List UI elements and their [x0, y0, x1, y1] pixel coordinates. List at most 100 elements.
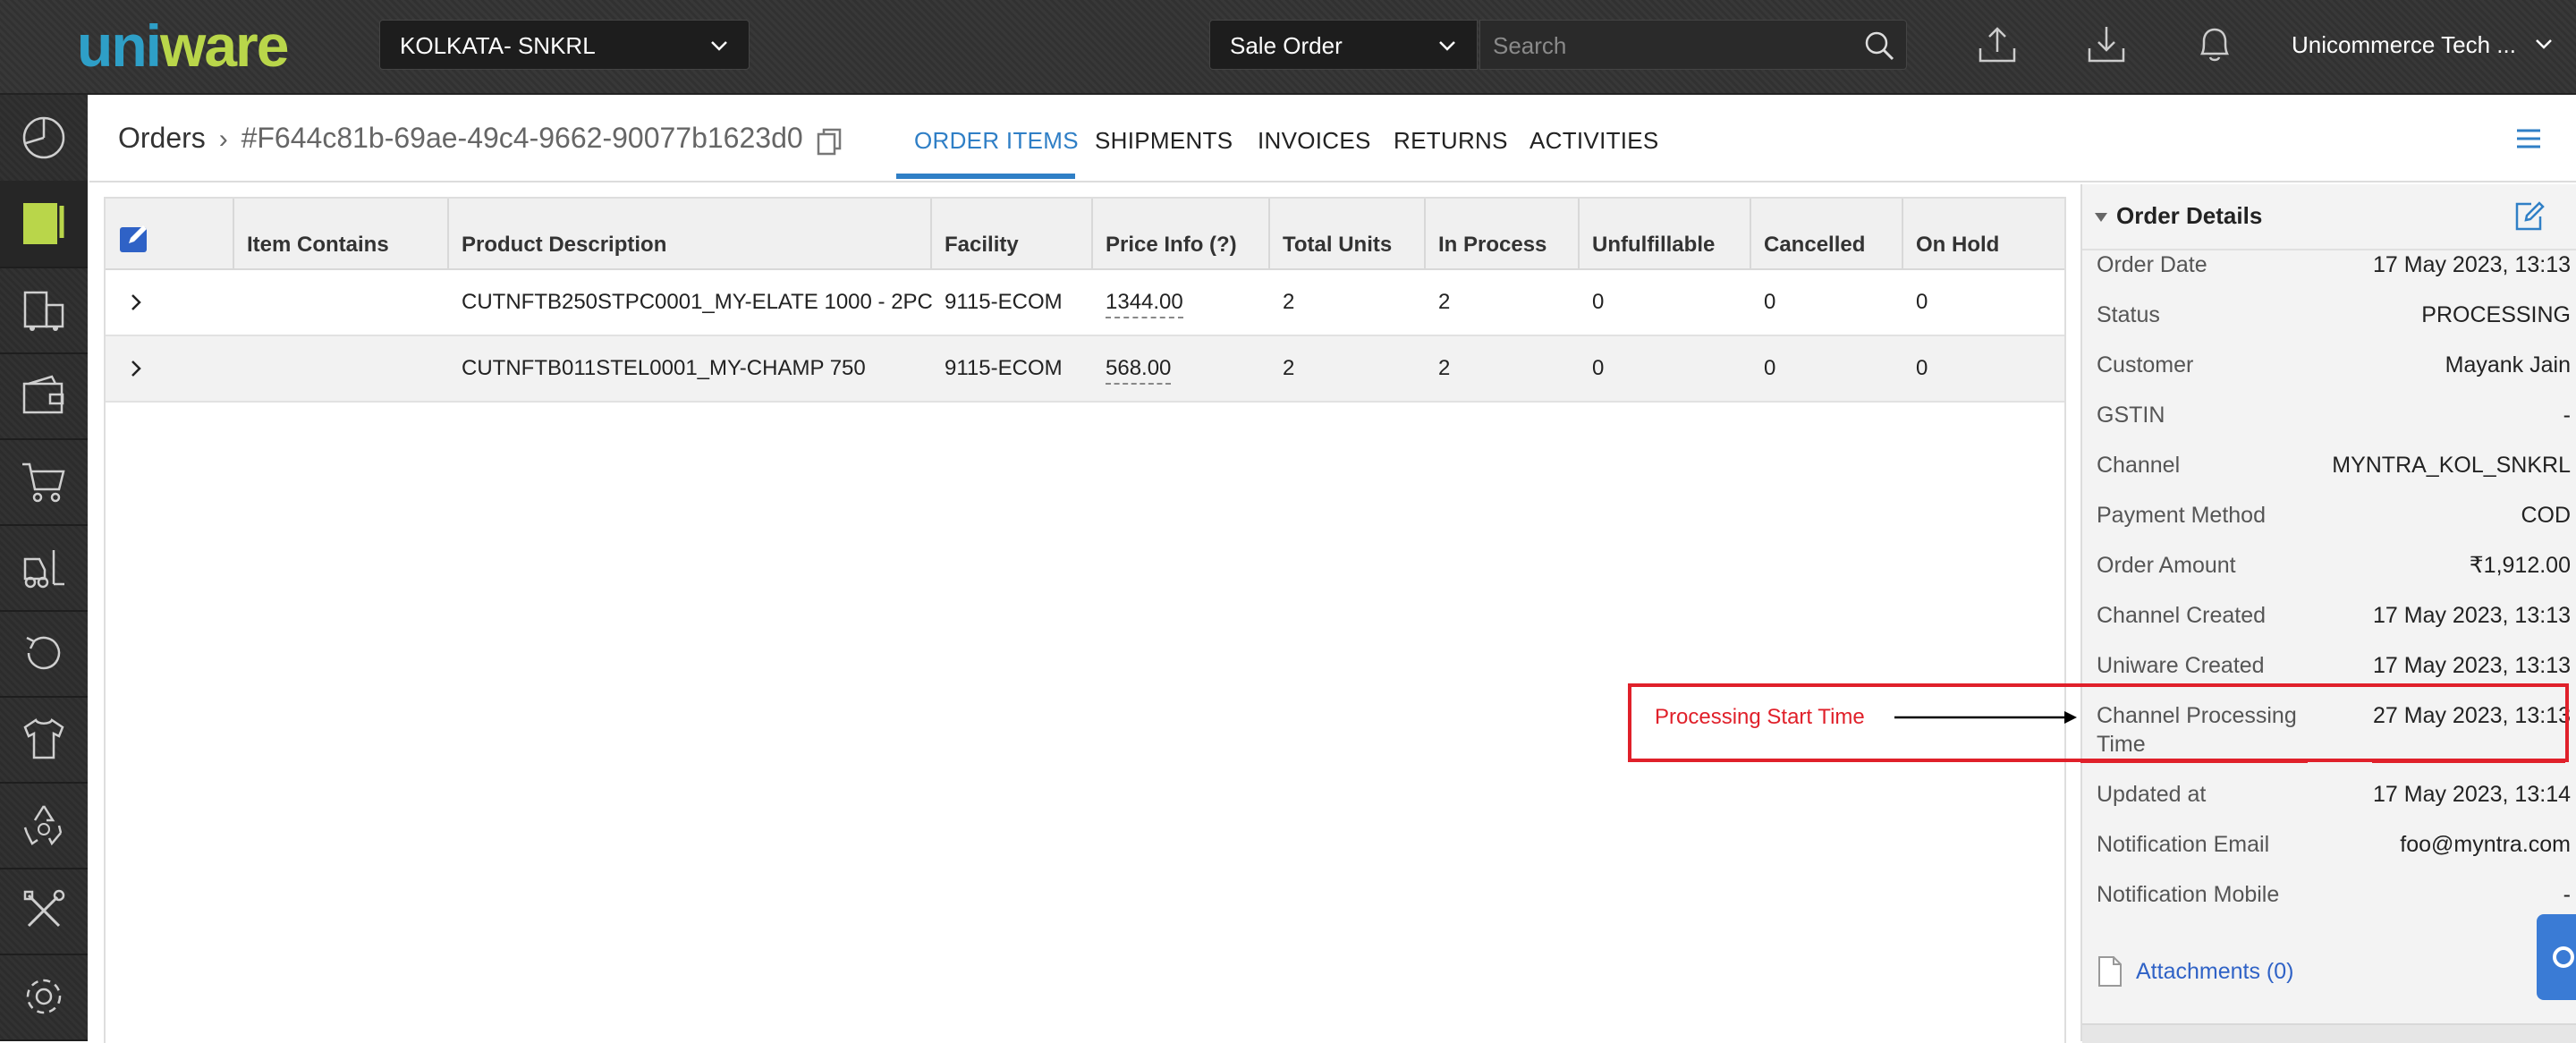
tab-returns[interactable]: RETURNS — [1394, 127, 1508, 155]
detail-label: Notification Mobile — [2097, 882, 2280, 907]
order-details-title: Order Details — [2116, 202, 2263, 229]
order-items-table: Item Contains Product Description Facili… — [104, 197, 2066, 1043]
breadcrumb-orders[interactable]: Orders — [118, 122, 206, 154]
column-separator — [233, 199, 234, 268]
cell-total-units: 2 — [1283, 356, 1295, 380]
cell-in-process: 2 — [1438, 356, 1451, 380]
tab-invoices[interactable]: INVOICES — [1258, 127, 1371, 155]
col-cancelled: Cancelled — [1764, 233, 1866, 257]
detail-value: 17 May 2023, 13:13 — [2373, 603, 2571, 628]
nav-recycle[interactable] — [0, 782, 88, 869]
detail-label: Channel — [2097, 453, 2181, 478]
cell-price[interactable]: 568.00 — [1106, 356, 1172, 385]
breadcrumb: Orders › #F644c81b-69ae-49c4-9662-90077b… — [118, 122, 803, 155]
cell-product: CUTNFTB011STEL0001_MY-CHAMP 750 — [462, 356, 866, 380]
nav-dashboard[interactable] — [0, 95, 88, 182]
annotation-label: Processing Start Time — [1655, 705, 1865, 729]
column-separator — [1750, 199, 1751, 268]
user-menu[interactable]: Unicommerce Tech ... — [2292, 20, 2555, 70]
cell-on-hold: 0 — [1916, 356, 1928, 380]
attachments-label: Attachments (0) — [2136, 959, 2294, 984]
detail-label: Order Amount — [2097, 553, 2236, 578]
detail-value: COD — [2521, 503, 2571, 528]
detail-value: MYNTRA_KOL_SNKRL — [2332, 453, 2571, 478]
tab-activities[interactable]: ACTIVITIES — [1530, 127, 1659, 155]
col-item-contains: Item Contains — [247, 233, 389, 257]
cell-total-units: 2 — [1283, 290, 1295, 314]
bell-icon[interactable] — [2195, 23, 2234, 64]
order-details-header[interactable]: Order Details — [2082, 184, 2576, 250]
cell-unfulfillable: 0 — [1592, 356, 1605, 380]
chat-icon — [2553, 946, 2574, 968]
nav-returns[interactable] — [0, 610, 88, 698]
top-bar: uniware KOLKATA- SNKRL Sale Order Search… — [0, 0, 2576, 95]
forklift-icon — [23, 550, 64, 589]
detail-value: Mayank Jain — [2445, 352, 2571, 377]
column-separator — [1268, 199, 1270, 268]
uniware-logo[interactable]: uniware — [77, 14, 289, 77]
nav-shipping[interactable] — [0, 267, 88, 354]
edit-items-icon[interactable] — [118, 222, 152, 254]
edit-icon[interactable] — [2513, 200, 2546, 233]
search-input[interactable]: Search — [1479, 20, 1907, 70]
chevron-right-icon[interactable] — [127, 358, 145, 379]
document-icon — [2098, 956, 2122, 987]
chevron-down-icon — [1439, 41, 1455, 51]
cell-on-hold: 0 — [1916, 290, 1928, 314]
detail-label: Payment Method — [2097, 503, 2266, 528]
col-price-info[interactable]: Price Info (?) — [1106, 233, 1237, 258]
cart-icon — [22, 462, 65, 503]
column-separator — [1091, 199, 1093, 268]
column-separator — [1578, 199, 1580, 268]
cell-cancelled: 0 — [1764, 356, 1776, 380]
nav-tools[interactable] — [0, 868, 88, 955]
chevron-right-icon[interactable] — [127, 292, 145, 313]
user-name: Unicommerce Tech ... — [2292, 31, 2516, 58]
col-total-units: Total Units — [1283, 233, 1393, 257]
detail-value: PROCESSING — [2421, 302, 2571, 327]
copy-icon[interactable] — [816, 127, 843, 156]
chat-widget-button[interactable] — [2537, 914, 2576, 1000]
facility-select[interactable]: KOLKATA- SNKRL — [379, 20, 750, 70]
column-separator — [447, 199, 449, 268]
nav-cart[interactable] — [0, 438, 88, 526]
column-separator — [930, 199, 932, 268]
col-product-description: Product Description — [462, 233, 667, 257]
cell-price[interactable]: 1344.00 — [1106, 290, 1183, 318]
detail-value: - — [2563, 882, 2571, 907]
nav-products[interactable] — [0, 696, 88, 784]
hamburger-menu-icon[interactable] — [2515, 127, 2542, 150]
orders-icon — [23, 203, 64, 244]
detail-label: Status — [2097, 302, 2160, 327]
detail-value: ₹1,912.00 — [2469, 553, 2571, 578]
cell-facility: 9115-ECOM — [945, 290, 1063, 314]
nav-inventory[interactable] — [0, 524, 88, 612]
column-separator — [1424, 199, 1426, 268]
detail-value: 17 May 2023, 13:13 — [2373, 252, 2571, 277]
left-nav — [0, 95, 88, 1041]
nav-orders[interactable] — [0, 181, 88, 268]
search-icon[interactable] — [1863, 30, 1895, 62]
table-row: CUTNFTB011STEL0001_MY-CHAMP 750 9115-ECO… — [106, 336, 2064, 403]
col-in-process: In Process — [1438, 233, 1547, 257]
cell-cancelled: 0 — [1764, 290, 1776, 314]
col-facility: Facility — [945, 233, 1019, 257]
column-separator — [1902, 199, 1903, 268]
upload-icon[interactable] — [1977, 23, 2018, 64]
order-id: #F644c81b-69ae-49c4-9662-90077b1623d0 — [241, 122, 803, 154]
col-on-hold: On Hold — [1916, 233, 2000, 257]
detail-label: Order Date — [2097, 252, 2207, 277]
download-icon[interactable] — [2086, 23, 2127, 64]
search-type-select[interactable]: Sale Order — [1209, 20, 1478, 70]
table-header-row: Item Contains Product Description Facili… — [106, 199, 2064, 270]
wallet-icon — [22, 375, 64, 414]
nav-wallet[interactable] — [0, 352, 88, 440]
detail-label: Notification Email — [2097, 832, 2270, 857]
nav-settings[interactable] — [0, 954, 88, 1041]
detail-label: Channel Created — [2097, 603, 2267, 628]
tab-order-items[interactable]: ORDER ITEMS — [914, 127, 1079, 155]
detail-value: 17 May 2023, 13:14 — [2373, 782, 2571, 807]
tshirt-icon — [23, 718, 64, 759]
tab-shipments[interactable]: SHIPMENTS — [1095, 127, 1233, 155]
caret-down-icon — [2095, 213, 2107, 222]
